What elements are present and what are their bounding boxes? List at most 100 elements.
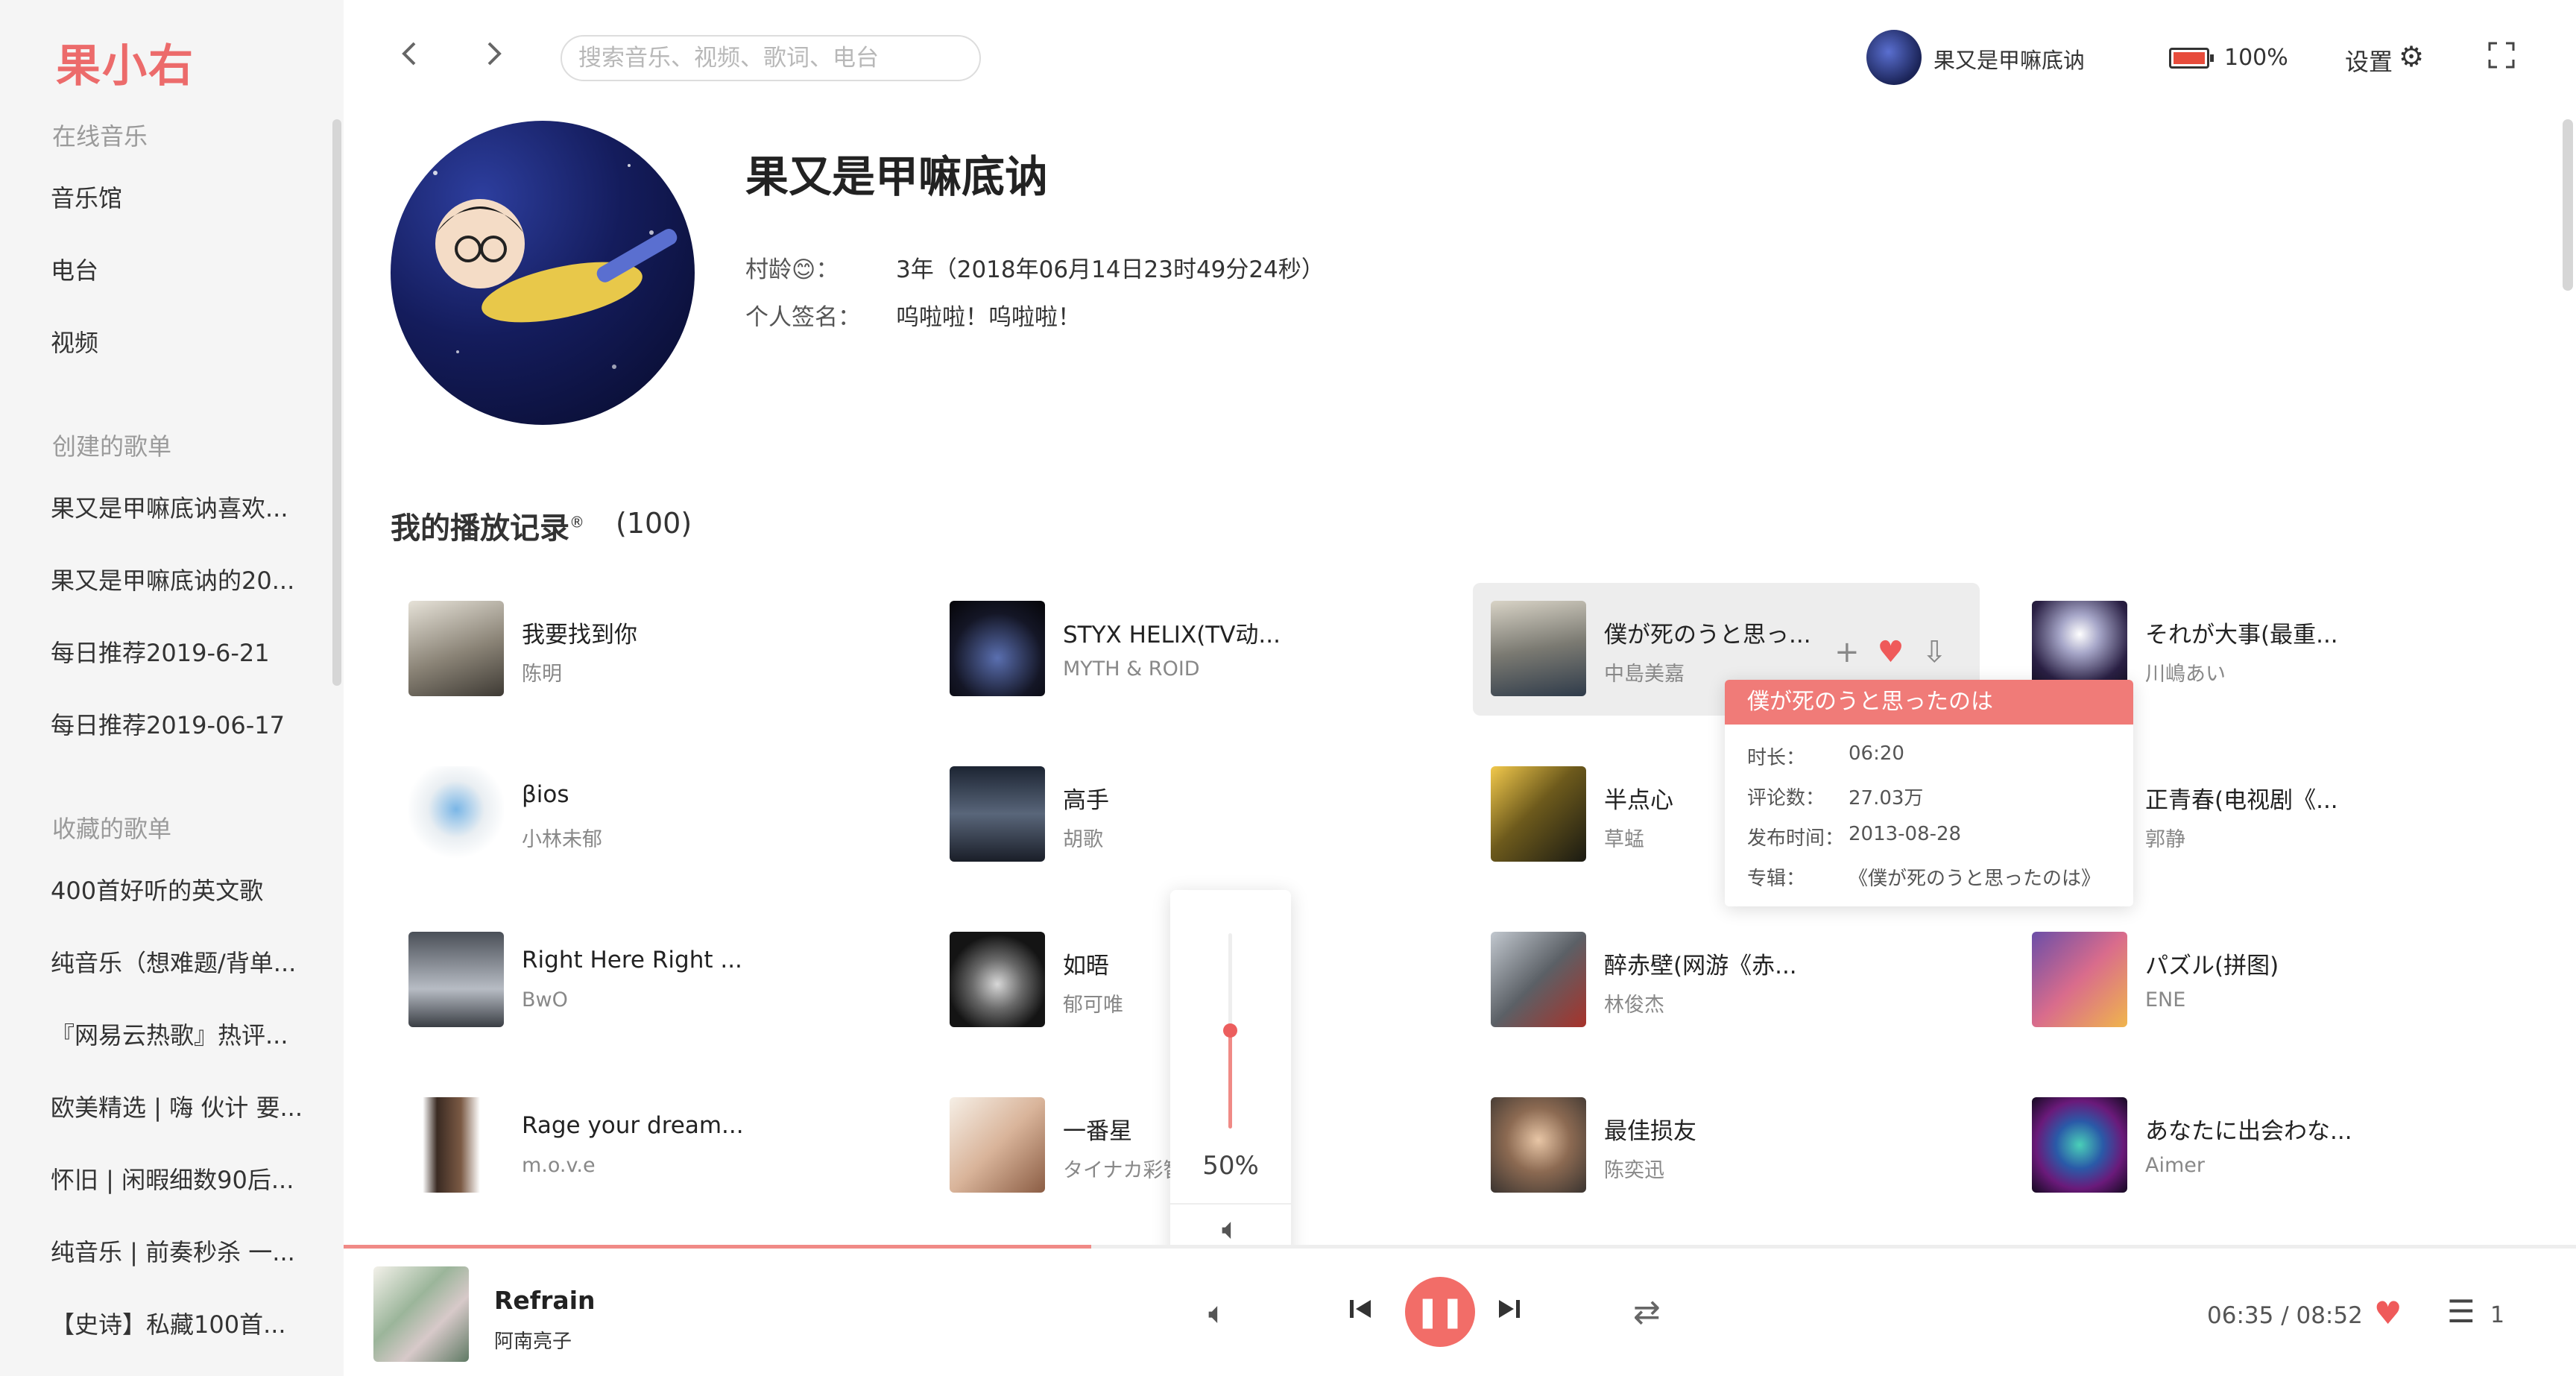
song-artist[interactable]: 郭静 (2145, 823, 2473, 852)
song-title: βios (522, 781, 569, 808)
song-title: 高手 (1063, 787, 1109, 814)
song-title: 最佳损友 (1604, 1118, 1696, 1145)
sidebar-item-collected-playlist[interactable]: 纯音乐 | 前奏秒杀 一... (51, 1236, 304, 1269)
heart-icon[interactable]: ♥ (1878, 635, 1904, 669)
song-artist[interactable]: 胡歌 (1063, 823, 1391, 852)
app-window: 果小右 在线音乐 音乐馆 电台 视频 创建的歌单 果又是甲嘛底讷喜欢... 果又… (0, 0, 2576, 1376)
sidebar-item-collected-playlist[interactable]: 400首好听的英文歌 (51, 874, 304, 907)
settings-button[interactable]: 设置 (2345, 43, 2393, 78)
song-card[interactable]: Right Here Right ... BwO (391, 914, 897, 1047)
sidebar-item-collected-playlist[interactable]: 怀旧 | 闲暇细数90后... (51, 1164, 304, 1196)
forward-button[interactable] (476, 37, 513, 79)
skip-previous-icon (1350, 1300, 1371, 1318)
heart-icon: ♥ (2374, 1295, 2402, 1331)
song-title: Right Here Right ... (522, 947, 742, 973)
sidebar-item-created-playlist[interactable]: 每日推荐2019-6-21 (51, 637, 304, 669)
song-card[interactable]: βios 小林未郁 (391, 748, 897, 881)
song-card[interactable]: Rage your dream... m.o.v.e (391, 1079, 897, 1212)
song-artist[interactable]: 陈明 (522, 657, 850, 687)
song-artist[interactable]: Aimer (2145, 1154, 2473, 1177)
back-button[interactable] (391, 37, 428, 79)
now-playing-cover[interactable] (373, 1266, 469, 1362)
sidebar-item-created-playlist[interactable]: 果又是甲嘛底讷喜欢... (51, 492, 304, 525)
sidebar-item-music-hall[interactable]: 音乐馆 (51, 182, 304, 215)
song-artist[interactable]: 川嶋あい (2145, 657, 2473, 687)
song-card[interactable]: 高手 胡歌 (932, 748, 1439, 881)
song-card[interactable]: あなたに出会わな... Aimer (2014, 1079, 2521, 1212)
battery-percentage: 100% (2224, 45, 2288, 71)
gear-icon[interactable]: ⚙ (2399, 40, 2424, 73)
tooltip-duration: 时长： 06:20 (1747, 742, 1904, 769)
song-artist[interactable]: MYTH & ROID (1063, 657, 1391, 681)
play-history-count: (100) (616, 507, 692, 540)
previous-button[interactable] (1347, 1293, 1374, 1330)
sidebar-item-video[interactable]: 视频 (51, 326, 304, 359)
registered-mark: ® (569, 513, 584, 531)
sidebar: 果小右 在线音乐 音乐馆 电台 视频 创建的歌单 果又是甲嘛底讷喜欢... 果又… (0, 0, 344, 1376)
speaker-icon[interactable]: 🔈︎ (1170, 1212, 1291, 1246)
volume-slider[interactable] (1223, 933, 1237, 1129)
user-avatar[interactable] (1866, 30, 1922, 85)
album-cover (408, 932, 504, 1027)
volume-slider-handle[interactable] (1223, 1023, 1237, 1038)
sidebar-item-collected-playlist[interactable]: 纯音乐（想难题/背单... (51, 947, 304, 979)
sidebar-item-created-playlist[interactable]: 果又是甲嘛底讷的20... (51, 564, 304, 597)
song-card[interactable]: 醉赤壁(网游《赤... 林俊杰 (1473, 914, 1980, 1047)
chevron-left-icon (402, 42, 416, 66)
song-artist[interactable]: ENE (2145, 988, 2473, 1012)
song-title: パズル(拼图) (2145, 953, 2279, 979)
user-name[interactable]: 果又是甲嘛底讷 (1933, 43, 2085, 75)
sidebar-scrollbar[interactable] (332, 119, 341, 686)
song-artist[interactable]: m.o.v.e (522, 1154, 850, 1177)
play-mode-button[interactable]: ⇄ (1633, 1293, 1661, 1331)
tooltip-title: 僕が死のうと思ったのは (1725, 680, 2133, 725)
sidebar-item-created-playlist[interactable]: 每日推荐2019-06-17 (51, 709, 304, 742)
playlist-icon: ☰ (2447, 1293, 2475, 1330)
album-cover (950, 1097, 1045, 1193)
sidebar-item-radio[interactable]: 电台 (51, 254, 304, 287)
volume-slider-fill (1228, 1031, 1232, 1129)
album-cover (408, 601, 504, 696)
chevron-right-icon (487, 42, 502, 66)
song-artist[interactable]: BwO (522, 988, 850, 1012)
album-cover (1491, 766, 1586, 862)
download-icon[interactable]: ⇩ (1922, 635, 1947, 669)
main-scrollbar[interactable] (2563, 119, 2573, 291)
playlist-button[interactable]: ☰ (2447, 1293, 2475, 1330)
song-title: 我要找到你 (522, 622, 637, 648)
fullscreen-icon[interactable] (2487, 40, 2516, 70)
now-playing-artist[interactable]: 阿南亮子 (494, 1326, 572, 1354)
sidebar-item-collected-playlist[interactable]: 『网易云热歌』热评... (51, 1019, 304, 1052)
song-title: Rage your dream... (522, 1112, 744, 1139)
search-input[interactable] (561, 35, 981, 81)
online-music-heading: 在线音乐 (52, 122, 148, 151)
volume-button[interactable]: 🔈︎ (1208, 1296, 1226, 1331)
like-button[interactable]: ♥ (2374, 1295, 2402, 1331)
song-actions: + ♥ ⇩ (1834, 635, 1947, 669)
account-age-label: 村龄😊： (745, 256, 839, 283)
album-cover (1491, 601, 1586, 696)
song-card[interactable]: STYX HELIX(TV动... MYTH & ROID (932, 583, 1439, 716)
sidebar-item-collected-playlist[interactable]: 【史诗】私藏100首... (51, 1308, 304, 1341)
album-cover (408, 1097, 504, 1193)
album-cover (950, 601, 1045, 696)
song-card[interactable]: 我要找到你 陈明 (391, 583, 897, 716)
song-artist[interactable]: 小林未郁 (522, 823, 850, 852)
next-button[interactable] (1496, 1293, 1523, 1330)
volume-percentage: 50% (1202, 1151, 1259, 1181)
album-cover (950, 932, 1045, 1027)
add-icon[interactable]: + (1834, 635, 1860, 669)
signature-value: 呜啦啦！呜啦啦！ (896, 304, 1081, 331)
player-bar: Refrain 阿南亮子 🔈︎ ❚❚ ⇄ 06:35 / 08:52 ♥ ☰ 1 (344, 1249, 2576, 1376)
album-cover (408, 766, 504, 862)
song-card[interactable]: 最佳损友 陈奕迅 (1473, 1079, 1980, 1212)
song-card[interactable]: パズル(拼图) ENE (2014, 914, 2521, 1047)
song-artist[interactable]: 林俊杰 (1604, 988, 1932, 1017)
speaker-icon: 🔈︎ (1208, 1296, 1226, 1331)
sidebar-item-collected-playlist[interactable]: 欧美精选 | 嗨 伙计 要... (51, 1091, 304, 1124)
song-artist[interactable]: 陈奕迅 (1604, 1154, 1932, 1183)
profile-avatar (391, 121, 695, 425)
now-playing-title: Refrain (494, 1286, 596, 1315)
play-pause-button[interactable]: ❚❚ (1405, 1277, 1475, 1347)
playlist-count: 1 (2490, 1302, 2505, 1328)
